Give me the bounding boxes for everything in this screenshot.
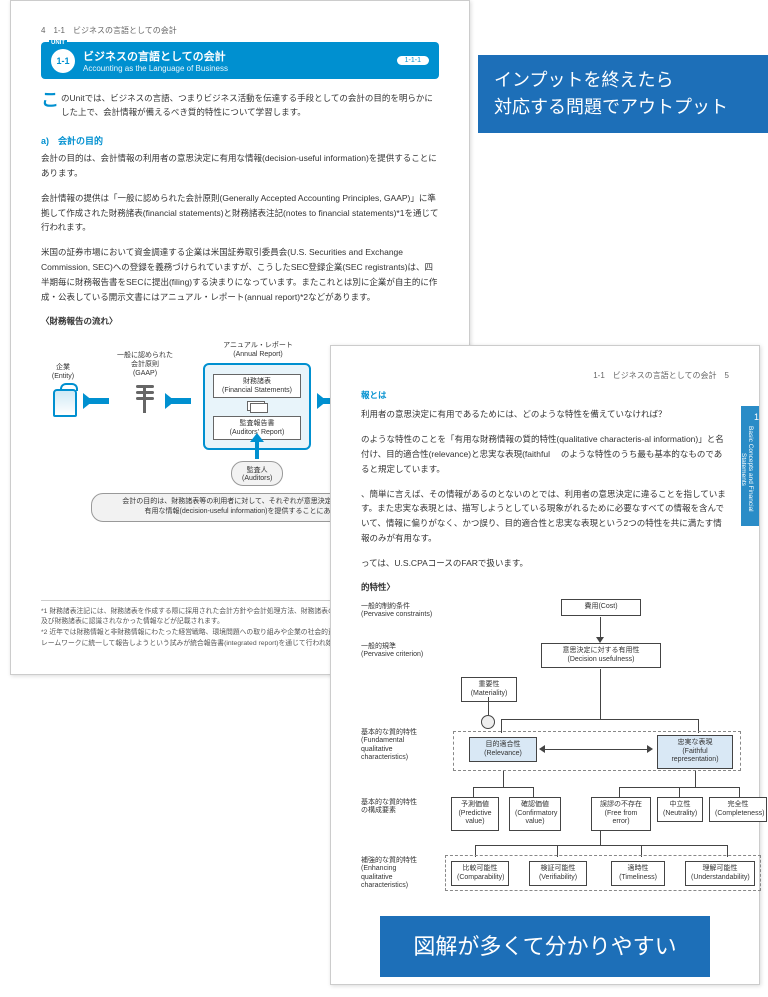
gaap-icon <box>133 385 157 415</box>
entity-icon <box>53 389 77 417</box>
tab-number: 1 <box>754 412 759 422</box>
section-a-heading: a) 会計の目的 <box>41 134 439 147</box>
pervasive-criterion-label: 一般的規準(Pervasive criterion) <box>361 643 443 660</box>
auditors-node: 監査人(Auditors) <box>231 461 283 486</box>
qualitative-characteristics-diagram: 一般的制約条件(Pervasive constraints) 一般的規準(Per… <box>361 599 729 929</box>
chapter-tab: 1 Basic Concepts and Financial Statement… <box>741 406 759 526</box>
unit-title: ビジネスの言語としての会計 Accounting as the Language… <box>83 48 389 73</box>
unit-title-jp: ビジネスの言語としての会計 <box>83 48 389 64</box>
tab-text: Basic Concepts and Financial Statements <box>740 426 754 512</box>
section-b-head: 報とは <box>361 389 729 401</box>
confirmatory-node: 確認価値(Confirmatoryvalue) <box>509 797 561 831</box>
annual-report-label: アニュアル・レポート(Annual Report) <box>203 341 313 359</box>
page-header-left: 4 1-1 ビジネスの言語としての会計 <box>41 25 439 36</box>
unit-number-badge: 1-1 <box>51 49 75 73</box>
diagram2-subhead: 的特性〉 <box>361 581 729 593</box>
intro-text: のUnitでは、ビジネスの言語、つまりビジネス活動を伝達する手段としての会計の目… <box>61 93 433 117</box>
page-header-right: 1-1 ビジネスの言語としての会計 5 <box>361 370 729 381</box>
unit-title-en: Accounting as the Language of Business <box>83 64 389 73</box>
paragraph-2: 会計情報の提供は「一般に認められた会計原則(Generally Accepted… <box>41 191 439 236</box>
textbook-page-2: 1-1 ビジネスの言語としての会計 5 1 Basic Concepts and… <box>330 345 760 985</box>
predictive-node: 予測価値(Predictivevalue) <box>451 797 499 831</box>
gaap-label: 一般に認められた会計原則(GAAP) <box>113 351 177 378</box>
paragraph-1: 会計の目的は、会計情報の利用者の意思決定に有用な情報(decision-usef… <box>41 151 439 181</box>
unit-tag: 1-1-1 <box>397 56 429 65</box>
callout-top: インプットを終えたら対応する問題でアウトプット <box>478 55 768 133</box>
free-error-node: 誤謬の不存在(Free from error) <box>591 797 651 831</box>
callout-bottom: 図解が多くて分かりやすい <box>380 916 710 977</box>
fs-box: 財務諸表(Financial Statements) <box>213 374 301 398</box>
fundamental-label: 基本的な質的特性(Fundamentalqualitativecharacter… <box>361 729 443 763</box>
decision-usefulness-node: 意思決定に対する有用性(Decision usefulness) <box>541 643 661 669</box>
p2-paragraph-1: 利用者の意思決定に有用であるためには、どのような特性を備えていなければ？ <box>361 407 729 422</box>
unit-banner: 1-1 ビジネスの言語としての会計 Accounting as the Lang… <box>41 42 439 79</box>
p2-paragraph-4: っては、U.S.CPAコースのFARで扱います。 <box>361 556 729 571</box>
timeliness-node: 適時性(Timeliness) <box>611 861 665 887</box>
neutrality-node: 中立性(Neutrality) <box>657 797 703 823</box>
diagram-subhead: 〈財務報告の流れ〉 <box>41 315 439 327</box>
p2-paragraph-3: 、簡単に言えば、その情報があるのとないのとでは、利用者の意思決定に違ることを指し… <box>361 487 729 547</box>
intro-paragraph: こ のUnitでは、ビジネスの言語、つまりビジネス活動を伝達する手段としての会計… <box>41 91 439 120</box>
materiality-node: 重要性(Materiality) <box>461 677 517 703</box>
comparability-node: 比較可能性(Comparability) <box>451 861 509 887</box>
pervasive-constraints-label: 一般的制約条件(Pervasive constraints) <box>361 603 443 620</box>
relevance-node: 目的適合性(Relevance) <box>469 737 537 763</box>
enhancing-label: 補強的な質的特性(Enhancingqualitativecharacteris… <box>361 857 443 891</box>
connector-icon <box>481 715 495 729</box>
understandability-node: 理解可能性(Understandability) <box>685 861 755 887</box>
components-label: 基本的な質的特性の構成要素 <box>361 799 443 816</box>
faithful-node: 忠実な表現(Faithfulrepresentation) <box>657 735 733 769</box>
cost-node: 費用(Cost) <box>561 599 641 616</box>
dropcap: こ <box>41 91 59 109</box>
p2-paragraph-2: のような特性のことを「有用な財務情報の質的特性(qualitative char… <box>361 432 729 477</box>
paragraph-3: 米国の証券市場において資金調達する企業は米国証券取引委員会(U.S. Secur… <box>41 245 439 305</box>
completeness-node: 完全性(Completeness) <box>709 797 767 823</box>
entity-label: 企業(Entity) <box>43 363 83 381</box>
verifiability-node: 検証可能性(Verifiability) <box>529 861 587 887</box>
